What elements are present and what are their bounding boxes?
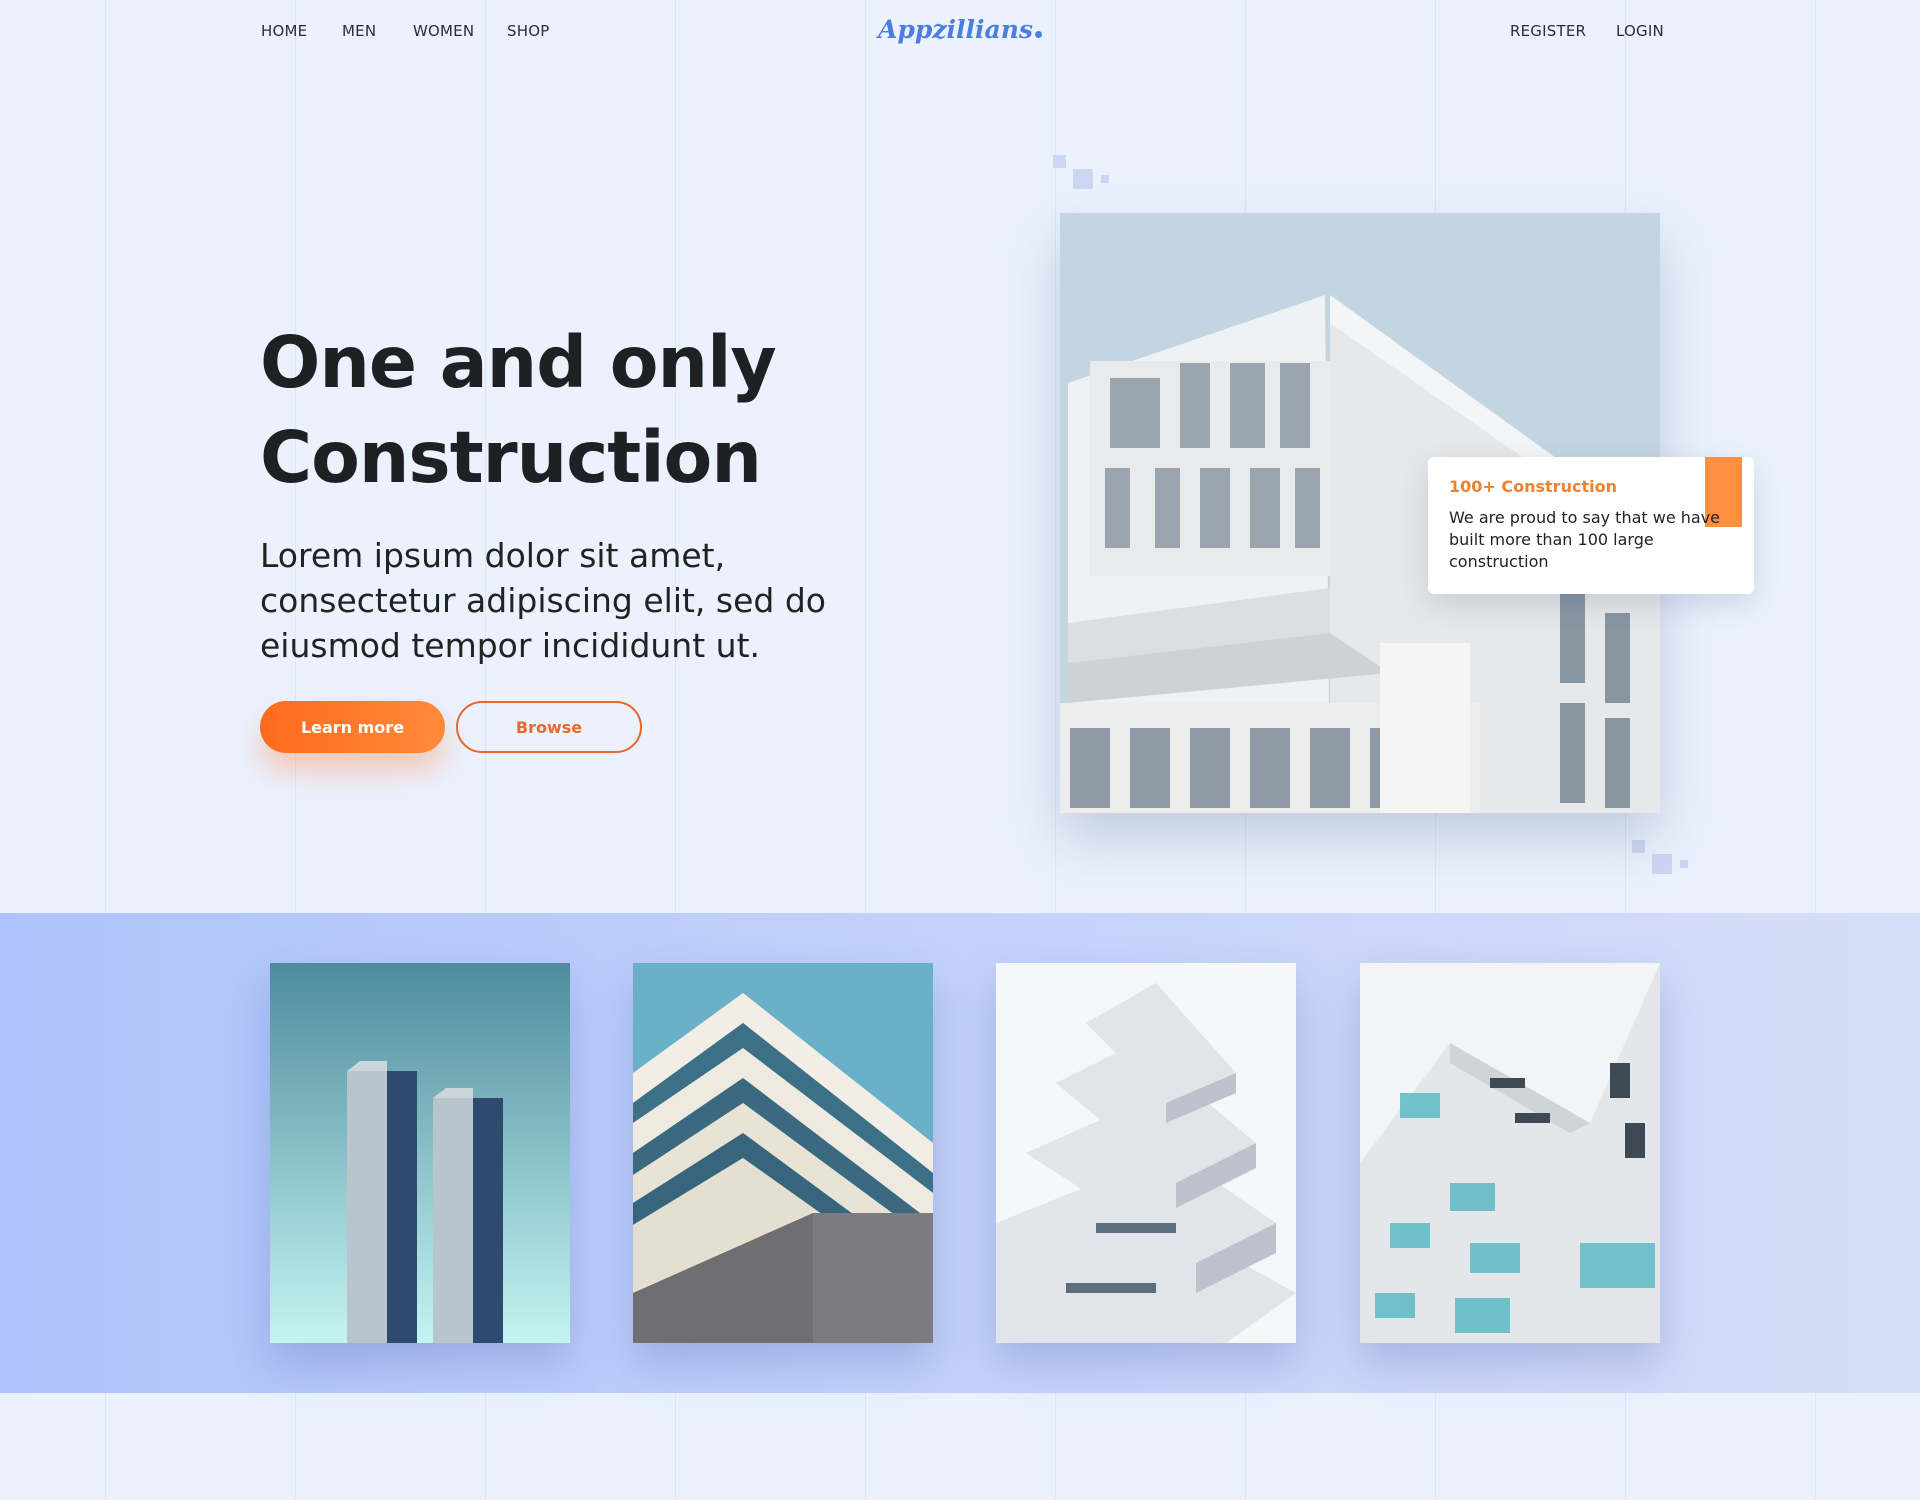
card-text: We are proud to say that we have built m… [1449,508,1721,571]
twin-towers-image [270,963,570,1343]
striped-building-image [633,963,933,1343]
hero-subtitle: Lorem ipsum dolor sit amet, consectetur … [260,536,826,665]
gallery-item[interactable] [1360,963,1660,1343]
hero-title: One and only Construction [260,315,960,505]
hero-title-line-2: Construction [260,416,762,499]
decor-square [1680,860,1688,868]
white-stacked-building-image [996,963,1296,1343]
logo-dot-icon [1035,31,1042,38]
nav-login-link[interactable]: LOGIN [1616,22,1664,40]
gallery-item[interactable] [270,963,570,1343]
hero-title-line-1: One and only [260,321,777,404]
decor-square [1101,175,1109,183]
nav-register-link[interactable]: REGISTER [1510,22,1586,40]
gallery-item[interactable] [996,963,1296,1343]
decor-square [1652,854,1672,874]
card-title: 100+ Construction [1449,477,1617,496]
decor-square [1632,840,1645,853]
brand-logo-text: Appzillians [878,15,1033,44]
balcony-building-image [1360,963,1660,1343]
decor-square [1053,155,1066,168]
decor-square [1073,169,1093,189]
construction-info-card: 100+ Construction We are proud to say th… [1428,457,1754,594]
gallery-item[interactable] [633,963,933,1343]
learn-more-button[interactable]: Learn more [260,701,445,753]
browse-button[interactable]: Browse [456,701,642,753]
